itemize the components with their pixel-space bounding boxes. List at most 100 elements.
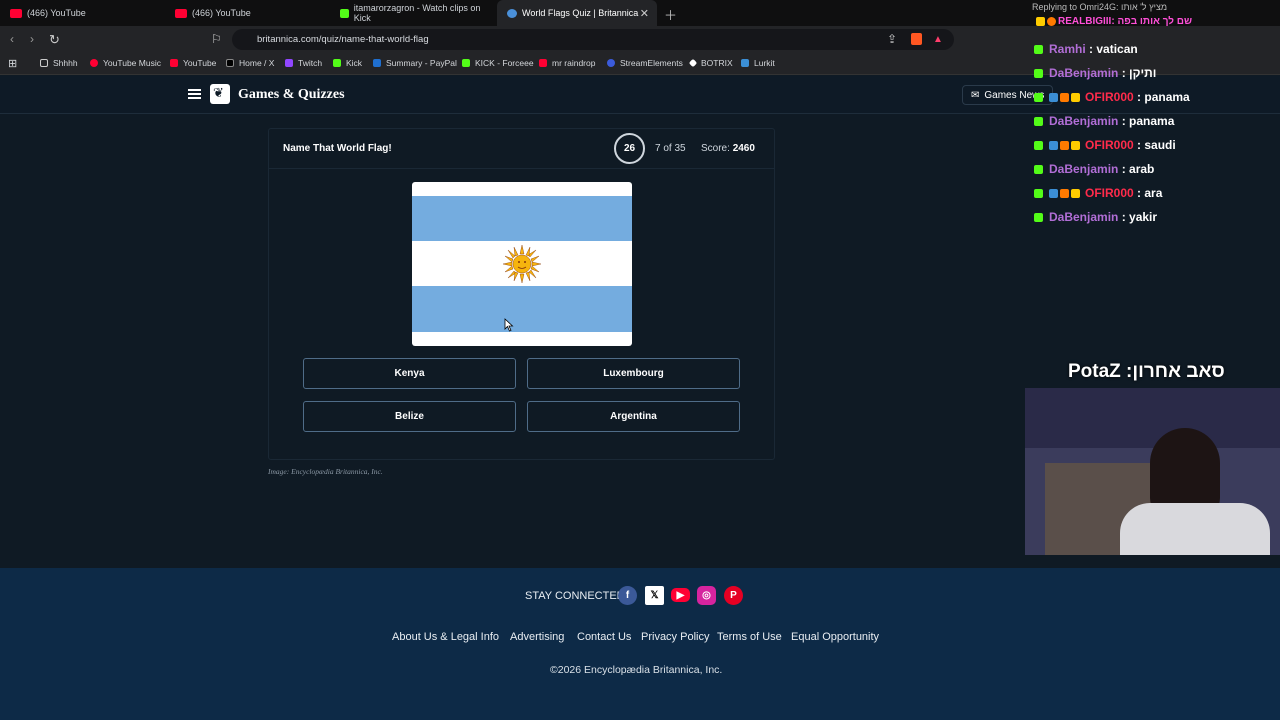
kick-icon xyxy=(1034,44,1043,54)
x-icon[interactable]: 𝕏 xyxy=(645,586,664,605)
bookmark-mr-raindrop[interactable]: mr raindrop xyxy=(539,58,595,68)
brave-shield-icon[interactable] xyxy=(911,33,922,45)
bookmark-paypal[interactable]: Summary - PayPal xyxy=(373,58,457,68)
image-credit: Image: Encyclopædia Britannica, Inc. xyxy=(268,467,383,476)
score: Score: 2460 xyxy=(701,143,755,154)
gifter-badge-icon xyxy=(1060,92,1069,102)
kick-icon xyxy=(1034,188,1043,198)
tab-youtube-1[interactable]: (466) YouTube xyxy=(0,0,165,26)
instagram-icon[interactable]: ◎ xyxy=(697,586,716,605)
youtube-icon xyxy=(539,59,547,67)
answer-button-1[interactable]: Kenya xyxy=(303,358,516,389)
bookmark-shhhh[interactable]: Shhhh xyxy=(40,58,78,68)
webcam-person-body xyxy=(1120,503,1270,555)
kick-icon xyxy=(1034,212,1043,222)
bookmark-kick-forceee[interactable]: KICK - Forceee xyxy=(462,58,534,68)
youtube-icon xyxy=(10,8,22,18)
kick-icon xyxy=(1034,164,1043,174)
gifter-badge-icon xyxy=(1060,140,1069,150)
forward-icon[interactable]: › xyxy=(30,32,34,46)
brave-rewards-icon[interactable]: ▲ xyxy=(933,34,943,45)
answer-button-2[interactable]: Luxembourg xyxy=(527,358,740,389)
youtube-music-icon xyxy=(90,59,98,67)
crown-badge-icon xyxy=(1071,140,1080,150)
footer-link-privacy[interactable]: Privacy Policy xyxy=(641,631,709,643)
kick-icon xyxy=(333,59,341,67)
x-icon xyxy=(226,59,234,67)
footer-link-terms[interactable]: Terms of Use xyxy=(717,631,782,643)
answer-button-3[interactable]: Belize xyxy=(303,401,516,432)
chat-message: OFIR000 : panama xyxy=(1034,90,1190,104)
quiz-title: Name That World Flag! xyxy=(283,143,392,154)
streamelements-icon xyxy=(607,59,615,67)
bookmark-streamelements[interactable]: StreamElements xyxy=(607,58,683,68)
chat-message: OFIR000 : saudi xyxy=(1034,138,1176,152)
verified-badge-icon xyxy=(1049,92,1058,102)
answer-button-4[interactable]: Argentina xyxy=(527,401,740,432)
tab-youtube-2[interactable]: (466) YouTube xyxy=(165,0,330,26)
tab-kick[interactable]: itamarorzagron - Watch clips on Kick xyxy=(330,0,495,26)
reload-icon[interactable]: ↻ xyxy=(49,32,60,48)
kick-icon xyxy=(1034,140,1043,150)
bookmark-lurkit[interactable]: Lurkit xyxy=(741,58,775,68)
folder-icon xyxy=(40,59,48,67)
kick-icon xyxy=(462,59,470,67)
new-tab-icon[interactable]: ＋ xyxy=(664,5,677,24)
crown-badge-icon xyxy=(1036,17,1045,26)
newspaper-icon: ✉ xyxy=(971,89,980,101)
chat-message: DaBenjamin : yakir xyxy=(1034,210,1157,224)
crown-badge-icon xyxy=(1071,188,1080,198)
close-tab-icon[interactable]: ✕ xyxy=(640,7,649,20)
back-icon[interactable]: ‹ xyxy=(10,32,14,46)
footer-link-contact[interactable]: Contact Us xyxy=(577,631,631,643)
flag-image xyxy=(412,182,632,346)
share-icon[interactable]: ⇪ xyxy=(887,32,897,46)
footer-link-equal-opportunity[interactable]: Equal Opportunity xyxy=(791,631,879,643)
youtube-icon xyxy=(170,59,178,67)
apps-icon[interactable]: ⊞ xyxy=(8,57,17,70)
bookmark-kick[interactable]: Kick xyxy=(333,58,362,68)
crown-badge-icon xyxy=(1071,92,1080,102)
footer-link-about[interactable]: About Us & Legal Info xyxy=(392,631,499,643)
kick-icon xyxy=(1034,68,1043,78)
britannica-logo[interactable] xyxy=(210,84,230,104)
sun-of-may-icon xyxy=(502,244,542,284)
site-brand[interactable]: Games & Quizzes xyxy=(238,87,345,103)
gifter-badge-icon xyxy=(1060,188,1069,198)
bookmark-icon[interactable]: ⚐ xyxy=(211,32,222,46)
copyright: ©2026 Encyclopædia Britannica, Inc. xyxy=(550,664,723,676)
twitch-icon xyxy=(285,59,293,67)
flag-band-bottom xyxy=(412,286,632,332)
menu-icon[interactable] xyxy=(188,89,201,99)
stay-connected-label: STAY CONNECTED xyxy=(525,590,625,602)
mouse-cursor-icon xyxy=(504,318,514,332)
botrix-icon xyxy=(688,58,698,68)
timer: 26 xyxy=(614,133,645,164)
site-footer xyxy=(0,568,1280,720)
verified-badge-icon xyxy=(1049,140,1058,150)
quiz-header: Name That World Flag! 26 7 of 35 Score: … xyxy=(269,129,774,169)
pinterest-icon[interactable]: P xyxy=(724,586,743,605)
bookmark-youtube[interactable]: YouTube xyxy=(170,58,216,68)
chat-message: Ramhi : vatican xyxy=(1034,42,1138,56)
bookmark-youtube-music[interactable]: YouTube Music xyxy=(90,58,161,68)
bookmark-x[interactable]: Home / X xyxy=(226,58,274,68)
tab-britannica[interactable]: World Flags Quiz | Britannica ✕ xyxy=(497,0,657,26)
chat-message: DaBenjamin : panama xyxy=(1034,114,1174,128)
bookmark-botrix[interactable]: BOTRIX xyxy=(688,58,733,68)
last-sub-overlay: סאב אחרון: PotaZ xyxy=(1068,361,1225,382)
lurkit-icon xyxy=(741,59,749,67)
chat-message: OFIR000 : ara xyxy=(1034,186,1162,200)
facebook-icon[interactable]: f xyxy=(618,586,637,605)
bookmark-twitch[interactable]: Twitch xyxy=(285,58,322,68)
paypal-icon xyxy=(373,59,381,67)
chat-replying-line: Replying to Omri24G: מציץ ל' אותו xyxy=(1032,2,1168,12)
gifter-badge-icon xyxy=(1047,17,1056,26)
youtube-icon[interactable]: ▶ xyxy=(671,588,690,602)
question-progress: 7 of 35 xyxy=(655,143,686,154)
youtube-icon xyxy=(175,8,187,18)
footer-link-advertising[interactable]: Advertising xyxy=(510,631,564,643)
britannica-icon xyxy=(507,8,517,18)
url-input[interactable]: britannica.com/quiz/name-that-world-flag xyxy=(232,29,954,50)
kick-icon xyxy=(340,8,349,18)
